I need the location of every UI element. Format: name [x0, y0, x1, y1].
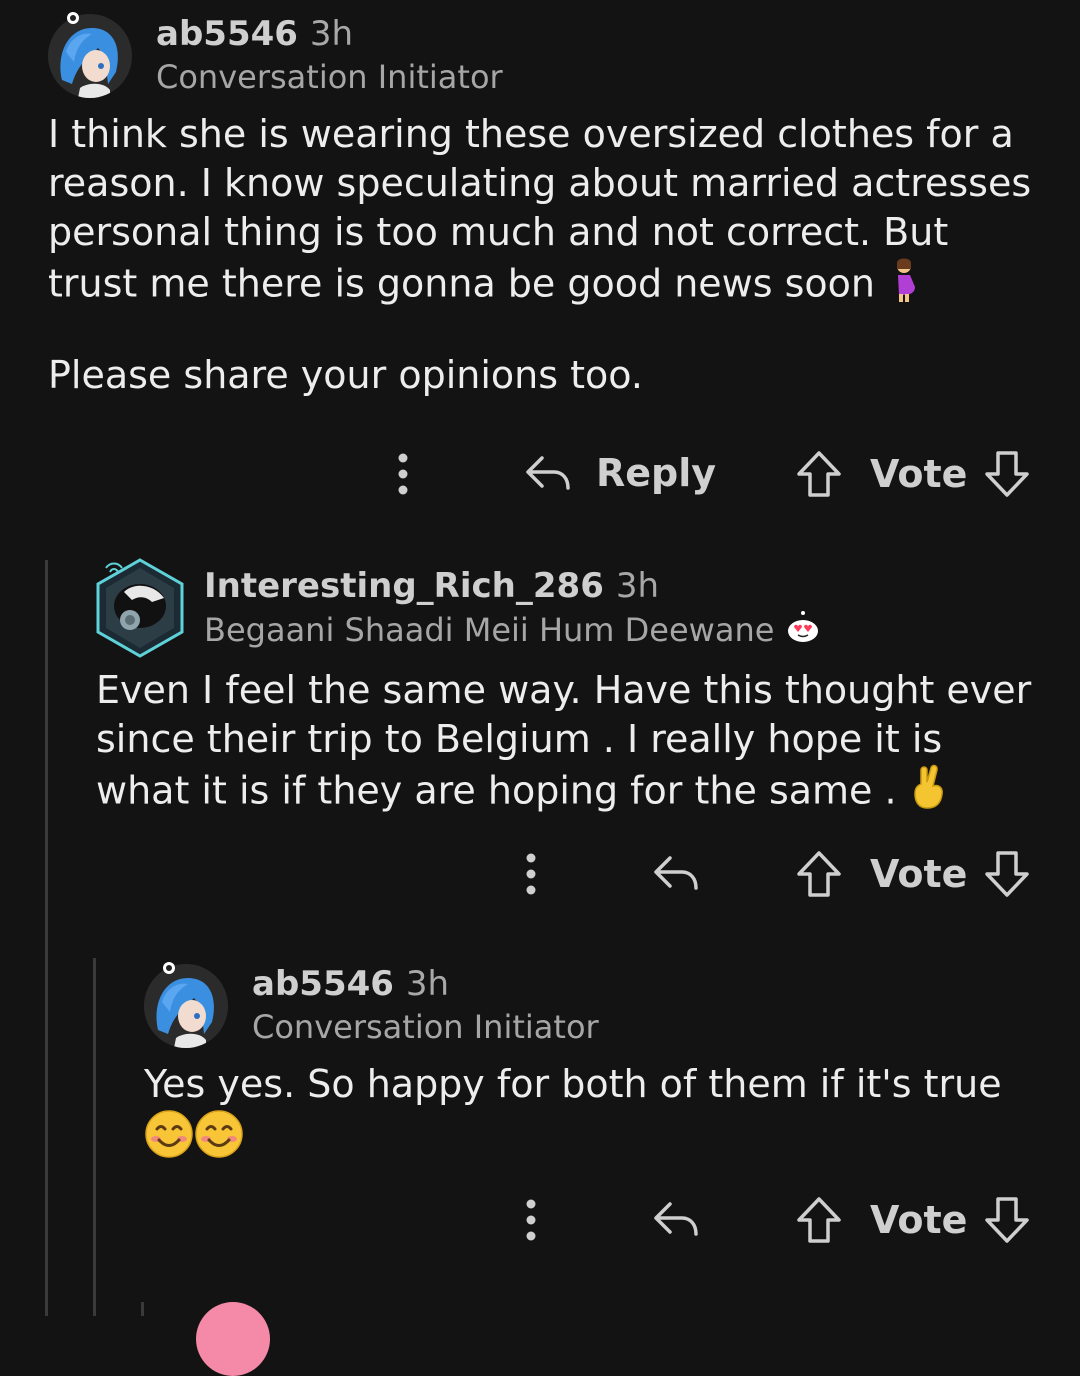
comment-author[interactable]: ab5546 3h	[252, 964, 449, 1004]
reply-label: Reply	[596, 451, 717, 495]
flair-text: Begaani Shaadi Meii Hum Deewane	[204, 611, 775, 649]
thread-line-level-2[interactable]	[93, 958, 96, 1316]
comment-text: Even I feel the same way. Have this thou…	[96, 668, 1032, 813]
avatar[interactable]	[48, 14, 132, 98]
upvote-button[interactable]	[796, 850, 842, 898]
anime-avatar-icon	[144, 964, 228, 1048]
crossed-fingers-emoji	[909, 764, 949, 822]
vote-count: Vote	[870, 1198, 967, 1242]
avatar-antenna-icon	[67, 12, 79, 24]
more-icon	[516, 1198, 546, 1242]
comment-body: Yes yes. So happy for both of them if it…	[144, 1060, 1044, 1171]
avatar[interactable]	[144, 964, 228, 1048]
avatar-antenna-icon	[163, 962, 175, 974]
downvote-icon	[984, 850, 1030, 898]
username[interactable]: Interesting_Rich_286	[204, 566, 604, 606]
more-options-button[interactable]	[516, 1198, 546, 1242]
upvote-icon	[796, 850, 842, 898]
reply-button[interactable]: Reply	[524, 450, 716, 496]
comment-author[interactable]: Interesting_Rich_286 3h	[204, 566, 659, 606]
reply-button[interactable]	[652, 1196, 700, 1242]
comment-text: Yes yes. So happy for both of them if it…	[144, 1062, 1002, 1106]
comment-body: I think she is wearing these oversized c…	[48, 110, 1048, 400]
timestamp: 3h	[405, 964, 450, 1004]
next-comment-avatar[interactable]	[196, 1302, 270, 1376]
username[interactable]: ab5546	[252, 964, 394, 1004]
username[interactable]: ab5546	[156, 14, 298, 54]
upvote-button[interactable]	[796, 450, 842, 498]
reply-icon	[652, 850, 700, 896]
timestamp: 3h	[615, 566, 660, 606]
upvote-icon	[796, 450, 842, 498]
reply-icon	[524, 450, 572, 496]
downvote-icon	[984, 450, 1030, 498]
more-options-button[interactable]	[388, 452, 418, 496]
comment-author[interactable]: ab5546 3h	[156, 14, 353, 54]
snoo-heart-eyes-emoji	[785, 610, 821, 654]
smiling-emoji	[144, 1109, 194, 1171]
vote-count: Vote	[870, 452, 967, 496]
comment-paragraph: Please share your opinions too.	[48, 353, 643, 397]
thread-line-level-1[interactable]	[45, 560, 48, 1316]
downvote-button[interactable]	[984, 1196, 1030, 1244]
downvote-icon	[984, 1196, 1030, 1244]
timestamp: 3h	[309, 14, 354, 54]
upvote-icon	[796, 1196, 842, 1244]
more-icon	[516, 852, 546, 896]
avatar[interactable]	[94, 556, 186, 660]
vote-label: Vote	[870, 852, 968, 896]
comment-body: Even I feel the same way. Have this thou…	[96, 666, 1036, 822]
thread-line-level-3[interactable]	[141, 1302, 144, 1316]
anime-avatar-icon	[48, 14, 132, 98]
vote-label: Vote	[870, 452, 968, 496]
reply-icon	[652, 1196, 700, 1242]
more-icon	[388, 452, 418, 496]
user-flair: Conversation Initiator	[252, 1008, 599, 1046]
vote-count: Vote	[870, 852, 967, 896]
comment-paragraph: I think she is wearing these oversized c…	[48, 112, 1032, 306]
upvote-button[interactable]	[796, 1196, 842, 1244]
smiling-emoji	[194, 1109, 244, 1171]
downvote-button[interactable]	[984, 850, 1030, 898]
user-flair: Conversation Initiator	[156, 58, 503, 96]
user-flair: Begaani Shaadi Meii Hum Deewane	[204, 610, 821, 654]
more-options-button[interactable]	[516, 852, 546, 896]
vote-label: Vote	[870, 1198, 968, 1242]
downvote-button[interactable]	[984, 450, 1030, 498]
snoo-hexagon-avatar-icon	[96, 558, 184, 658]
reply-button[interactable]	[652, 850, 700, 896]
pregnant-emoji	[887, 257, 921, 315]
